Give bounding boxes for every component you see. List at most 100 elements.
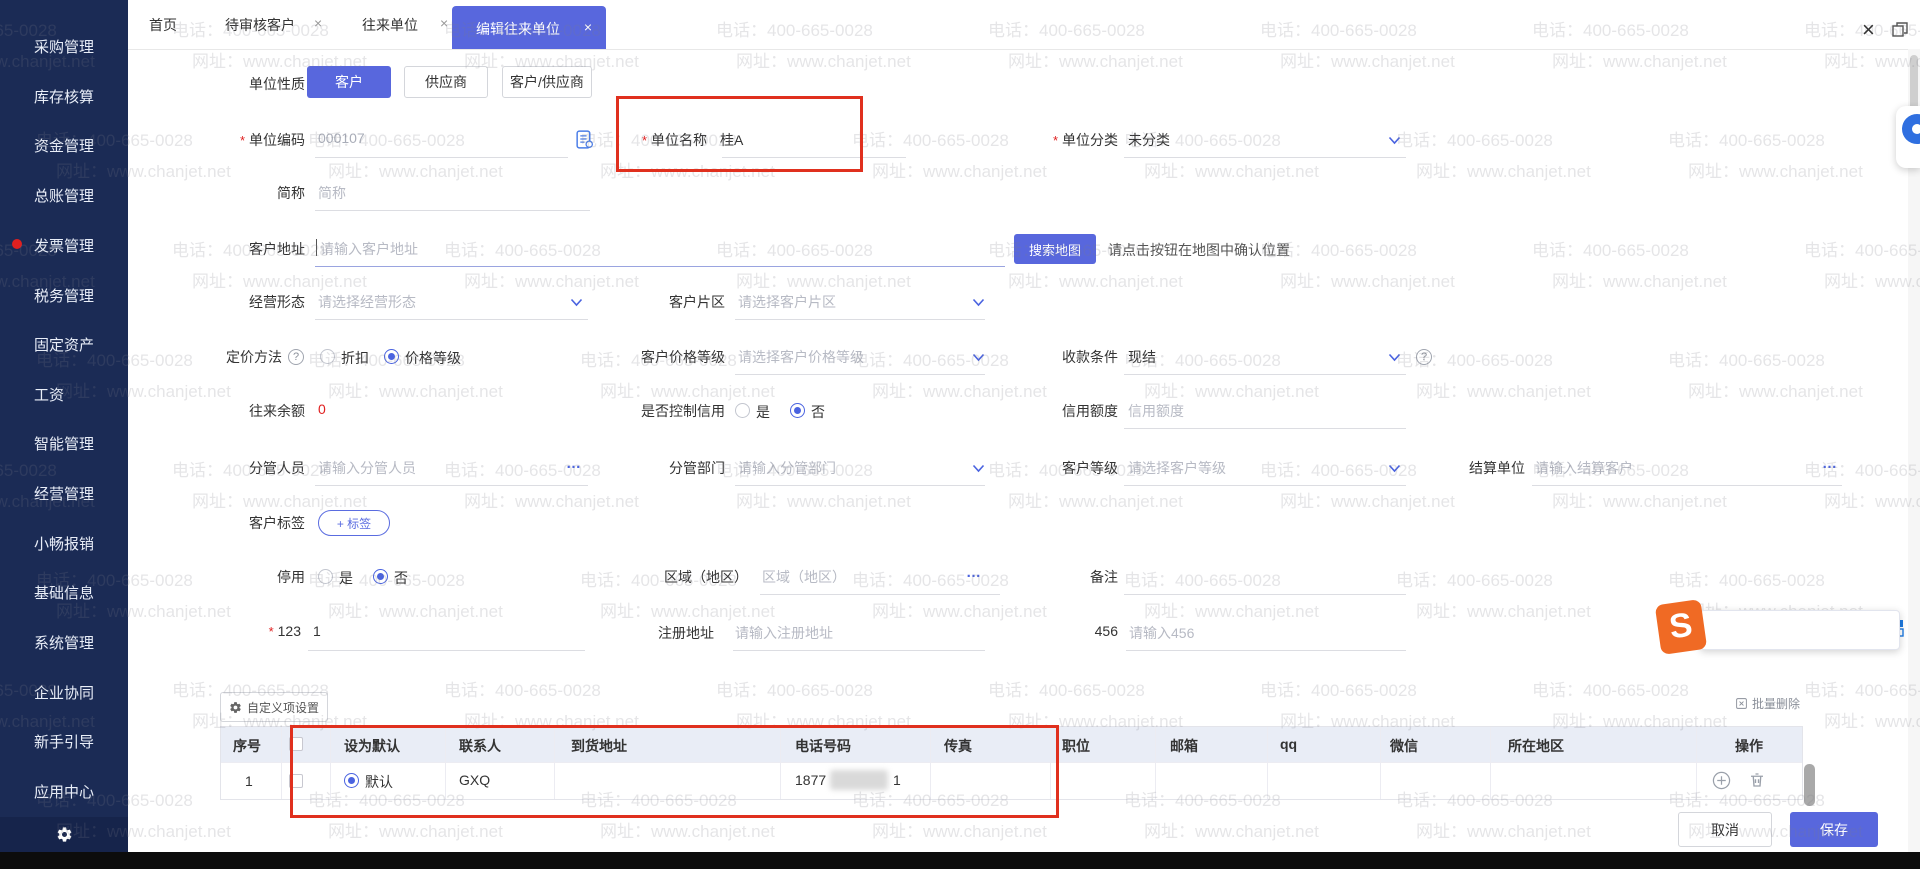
customer-level-select[interactable]: 请选择客户等级 xyxy=(1128,458,1226,478)
chevron-down-icon[interactable] xyxy=(1388,464,1401,473)
credit-limit-label: 信用额度 xyxy=(1062,403,1118,419)
credit-no-radio[interactable] xyxy=(790,403,805,418)
tab-edit-partner-close-icon[interactable]: × xyxy=(584,19,592,35)
disable-yes-radio[interactable] xyxy=(318,569,333,584)
watermark-text: 电话：400-665-0028 xyxy=(1396,131,1553,150)
credit-no-option[interactable]: 否 xyxy=(811,402,825,422)
pricing-level-radio[interactable] xyxy=(384,349,399,364)
sidebar-item-funds[interactable]: 资金管理 xyxy=(34,135,94,156)
chevron-down-icon[interactable] xyxy=(570,298,583,307)
chevron-down-icon[interactable] xyxy=(972,353,985,362)
code-rule-icon[interactable] xyxy=(574,129,595,150)
row-checkbox[interactable] xyxy=(289,774,303,788)
unit-name-value[interactable]: 桂A xyxy=(720,130,743,150)
row-phone-suffix[interactable]: 1 xyxy=(893,772,901,788)
disable-yes-option[interactable]: 是 xyxy=(339,568,353,588)
tab-pending-clients-close-icon[interactable]: × xyxy=(314,15,322,31)
unit-code-value[interactable]: 000107 xyxy=(318,130,365,146)
registered-address-input[interactable]: 请输入注册地址 xyxy=(735,623,833,643)
sidebar-item-smart[interactable]: 智能管理 xyxy=(34,433,94,454)
unit-category-value[interactable]: 未分类 xyxy=(1128,130,1170,150)
settlement-unit-input[interactable]: 请输入结算客户 xyxy=(1535,458,1633,478)
tab-home[interactable]: 首页 xyxy=(149,15,177,35)
credit-yes-option[interactable]: 是 xyxy=(756,402,770,422)
sidebar-item-salary[interactable]: 工资 xyxy=(34,384,64,405)
nature-supplier-button[interactable]: 供应商 xyxy=(404,66,488,98)
sidebar-item-expense[interactable]: 小畅报销 xyxy=(34,533,94,554)
customer-region-select[interactable]: 请选择客户片区 xyxy=(738,292,836,312)
header-checkbox[interactable] xyxy=(289,737,303,751)
sidebar-footer xyxy=(0,817,128,852)
custom-fields-button[interactable]: 自定义项设置 xyxy=(220,692,328,722)
watermark-text: 网址：www.chanjet.net xyxy=(464,492,639,511)
settlement-more-icon[interactable]: … xyxy=(1822,455,1838,472)
sidebar-item-inventory[interactable]: 库存核算 xyxy=(34,86,94,107)
row-contact-value[interactable]: GXQ xyxy=(459,772,490,788)
sidebar-item-ledger[interactable]: 总账管理 xyxy=(34,185,94,206)
chevron-down-icon[interactable] xyxy=(972,298,985,307)
row-default-radio[interactable] xyxy=(344,773,359,788)
save-button[interactable]: 保存 xyxy=(1790,812,1878,847)
sidebar-item-operation[interactable]: 经营管理 xyxy=(34,483,94,504)
department-input[interactable]: 请输入分管部门 xyxy=(738,458,836,478)
sogou-logo-icon[interactable]: S xyxy=(1654,599,1708,655)
sidebar-item-guide[interactable]: 新手引导 xyxy=(34,731,94,752)
table-scrollbar-thumb[interactable] xyxy=(1804,764,1815,806)
sidebar-item-basicinfo[interactable]: 基础信息 xyxy=(34,582,94,603)
tab-edit-partner[interactable]: 编辑往来单位 × xyxy=(452,6,606,49)
short-name-input[interactable]: 简称 xyxy=(318,183,346,203)
pricing-discount-option[interactable]: 折扣 xyxy=(341,348,369,368)
price-level-select[interactable]: 请选择客户价格等级 xyxy=(738,347,864,367)
manager-input[interactable]: 请输入分管人员 xyxy=(318,458,416,478)
custom-field-123-value[interactable]: 1 xyxy=(313,623,321,639)
tab-partners[interactable]: 往来单位 xyxy=(362,15,418,35)
row-default-label[interactable]: 默认 xyxy=(365,772,393,792)
unit-name-label: * 单位名称 xyxy=(641,132,707,148)
manager-more-icon[interactable]: … xyxy=(566,455,582,472)
close-icon[interactable]: × xyxy=(1862,17,1875,43)
add-row-icon[interactable] xyxy=(1712,771,1731,790)
sidebar-item-appcenter[interactable]: 应用中心 xyxy=(34,781,94,802)
restore-window-icon[interactable] xyxy=(1892,22,1908,38)
delete-row-icon[interactable] xyxy=(1748,771,1766,789)
batch-delete-button[interactable]: 批量删除 xyxy=(1735,695,1800,712)
payment-terms-help-icon[interactable]: ? xyxy=(1416,349,1432,365)
tab-partners-close-icon[interactable]: × xyxy=(440,15,448,31)
pricing-help-icon[interactable]: ? xyxy=(288,349,304,365)
sidebar-item-collab[interactable]: 企业协同 xyxy=(34,682,94,703)
credit-yes-radio[interactable] xyxy=(735,403,750,418)
tab-pending-clients[interactable]: 待审核客户 xyxy=(225,15,295,35)
sidebar-item-invoice[interactable]: 发票管理 xyxy=(34,235,94,256)
map-hint-text: 请点击按钮在地图中确认位置 xyxy=(1108,242,1290,258)
pricing-discount-radio[interactable] xyxy=(320,349,335,364)
area-input[interactable]: 区域（地区） xyxy=(762,567,846,587)
business-form-select[interactable]: 请选择经营形态 xyxy=(318,292,416,312)
customer-address-input[interactable]: 请输入客户地址 xyxy=(320,239,418,259)
search-map-button[interactable]: 搜索地图 xyxy=(1014,234,1096,264)
sidebar-item-assets[interactable]: 固定资产 xyxy=(34,334,94,355)
pricing-level-option[interactable]: 价格等级 xyxy=(405,348,461,368)
floating-widget[interactable] xyxy=(1896,106,1920,168)
cancel-button[interactable]: 取消 xyxy=(1678,812,1772,847)
watermark-text: 电话：400-665-0028 xyxy=(1260,681,1417,700)
nature-both-button[interactable]: 客户/供应商 xyxy=(502,66,592,98)
nature-customer-button[interactable]: 客户 xyxy=(307,66,391,98)
watermark-text: 网址：www.chanjet.net xyxy=(1416,382,1591,401)
row-phone-prefix[interactable]: 1877 xyxy=(795,772,826,788)
disable-no-radio[interactable] xyxy=(373,569,388,584)
add-tag-button[interactable]: + 标签 xyxy=(318,510,390,536)
chevron-down-icon[interactable] xyxy=(1388,136,1401,145)
chevron-down-icon[interactable] xyxy=(1388,353,1401,362)
chevron-down-icon[interactable] xyxy=(972,464,985,473)
sidebar-item-purchase[interactable]: 采购管理 xyxy=(34,36,94,57)
sidebar-item-system[interactable]: 系统管理 xyxy=(34,632,94,653)
custom-field-456-input[interactable]: 请输入456 xyxy=(1129,623,1194,643)
remark-input[interactable] xyxy=(1124,560,1406,594)
credit-limit-input[interactable]: 信用额度 xyxy=(1128,401,1184,421)
sidebar-item-tax[interactable]: 税务管理 xyxy=(34,285,94,306)
settings-gear-icon[interactable] xyxy=(56,826,73,843)
payment-terms-value[interactable]: 现结 xyxy=(1128,347,1156,367)
floating-widget-icon[interactable] xyxy=(1902,114,1920,144)
area-more-icon[interactable]: … xyxy=(966,564,982,581)
disable-no-option[interactable]: 否 xyxy=(394,568,408,588)
